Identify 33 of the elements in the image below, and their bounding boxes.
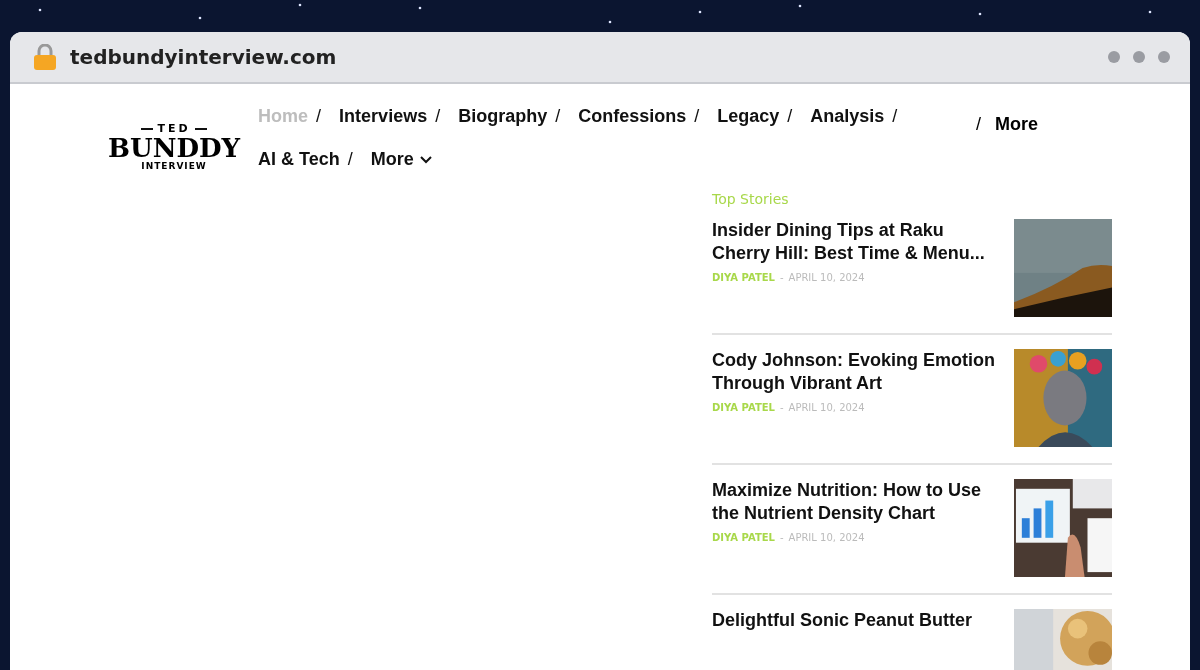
nav-link[interactable]: Analysis xyxy=(810,106,885,127)
nav-link[interactable]: More xyxy=(370,149,432,170)
meta-separator: - xyxy=(779,271,784,283)
story-title[interactable]: Cody Johnson: Evoking Emotion Through Vibrant Art xyxy=(712,349,997,396)
nav-separator: / xyxy=(976,114,982,135)
nav-link[interactable]: AI & Tech xyxy=(258,149,340,170)
logo-sub-text: INTERVIEW xyxy=(141,161,207,171)
story-title[interactable]: Maximize Nutrition: How to Use the Nutrient Density Chart xyxy=(712,479,997,526)
nav-link[interactable]: Interviews xyxy=(339,106,428,127)
logo-top-text: TED xyxy=(157,122,191,135)
nav-separator: / xyxy=(316,106,322,127)
story-date: APRIL 10, 2024 xyxy=(788,531,865,543)
meta-separator: - xyxy=(779,531,784,543)
nav-separator: / xyxy=(694,106,700,127)
more-link[interactable]: More xyxy=(995,114,1039,135)
nav-separator: / xyxy=(555,106,561,127)
nav-link[interactable]: Legacy xyxy=(717,106,780,127)
lock-icon xyxy=(34,44,56,70)
nav-separator: / xyxy=(347,149,353,170)
story-title[interactable]: Delightful Sonic Peanut Butter xyxy=(712,609,997,633)
section-heading: Top Stories xyxy=(712,191,790,207)
story-title[interactable]: Insider Dining Tips at Raku Cherry Hill: Best Time & Menu... xyxy=(712,219,997,266)
nav-separator: / xyxy=(892,106,898,127)
nav-separator: / xyxy=(787,106,793,127)
window-dots-icon[interactable] xyxy=(1108,51,1170,63)
meta-separator: - xyxy=(779,401,784,413)
nav-separator: / xyxy=(435,106,441,127)
nav-link[interactable]: Biography xyxy=(458,106,548,127)
nav-link[interactable]: Confessions xyxy=(578,106,687,127)
chevron-down-icon xyxy=(419,155,432,164)
story-date: APRIL 10, 2024 xyxy=(788,271,865,283)
story-date: APRIL 10, 2024 xyxy=(788,401,865,413)
logo-main-text[interactable]: BUNDDY xyxy=(108,135,241,161)
